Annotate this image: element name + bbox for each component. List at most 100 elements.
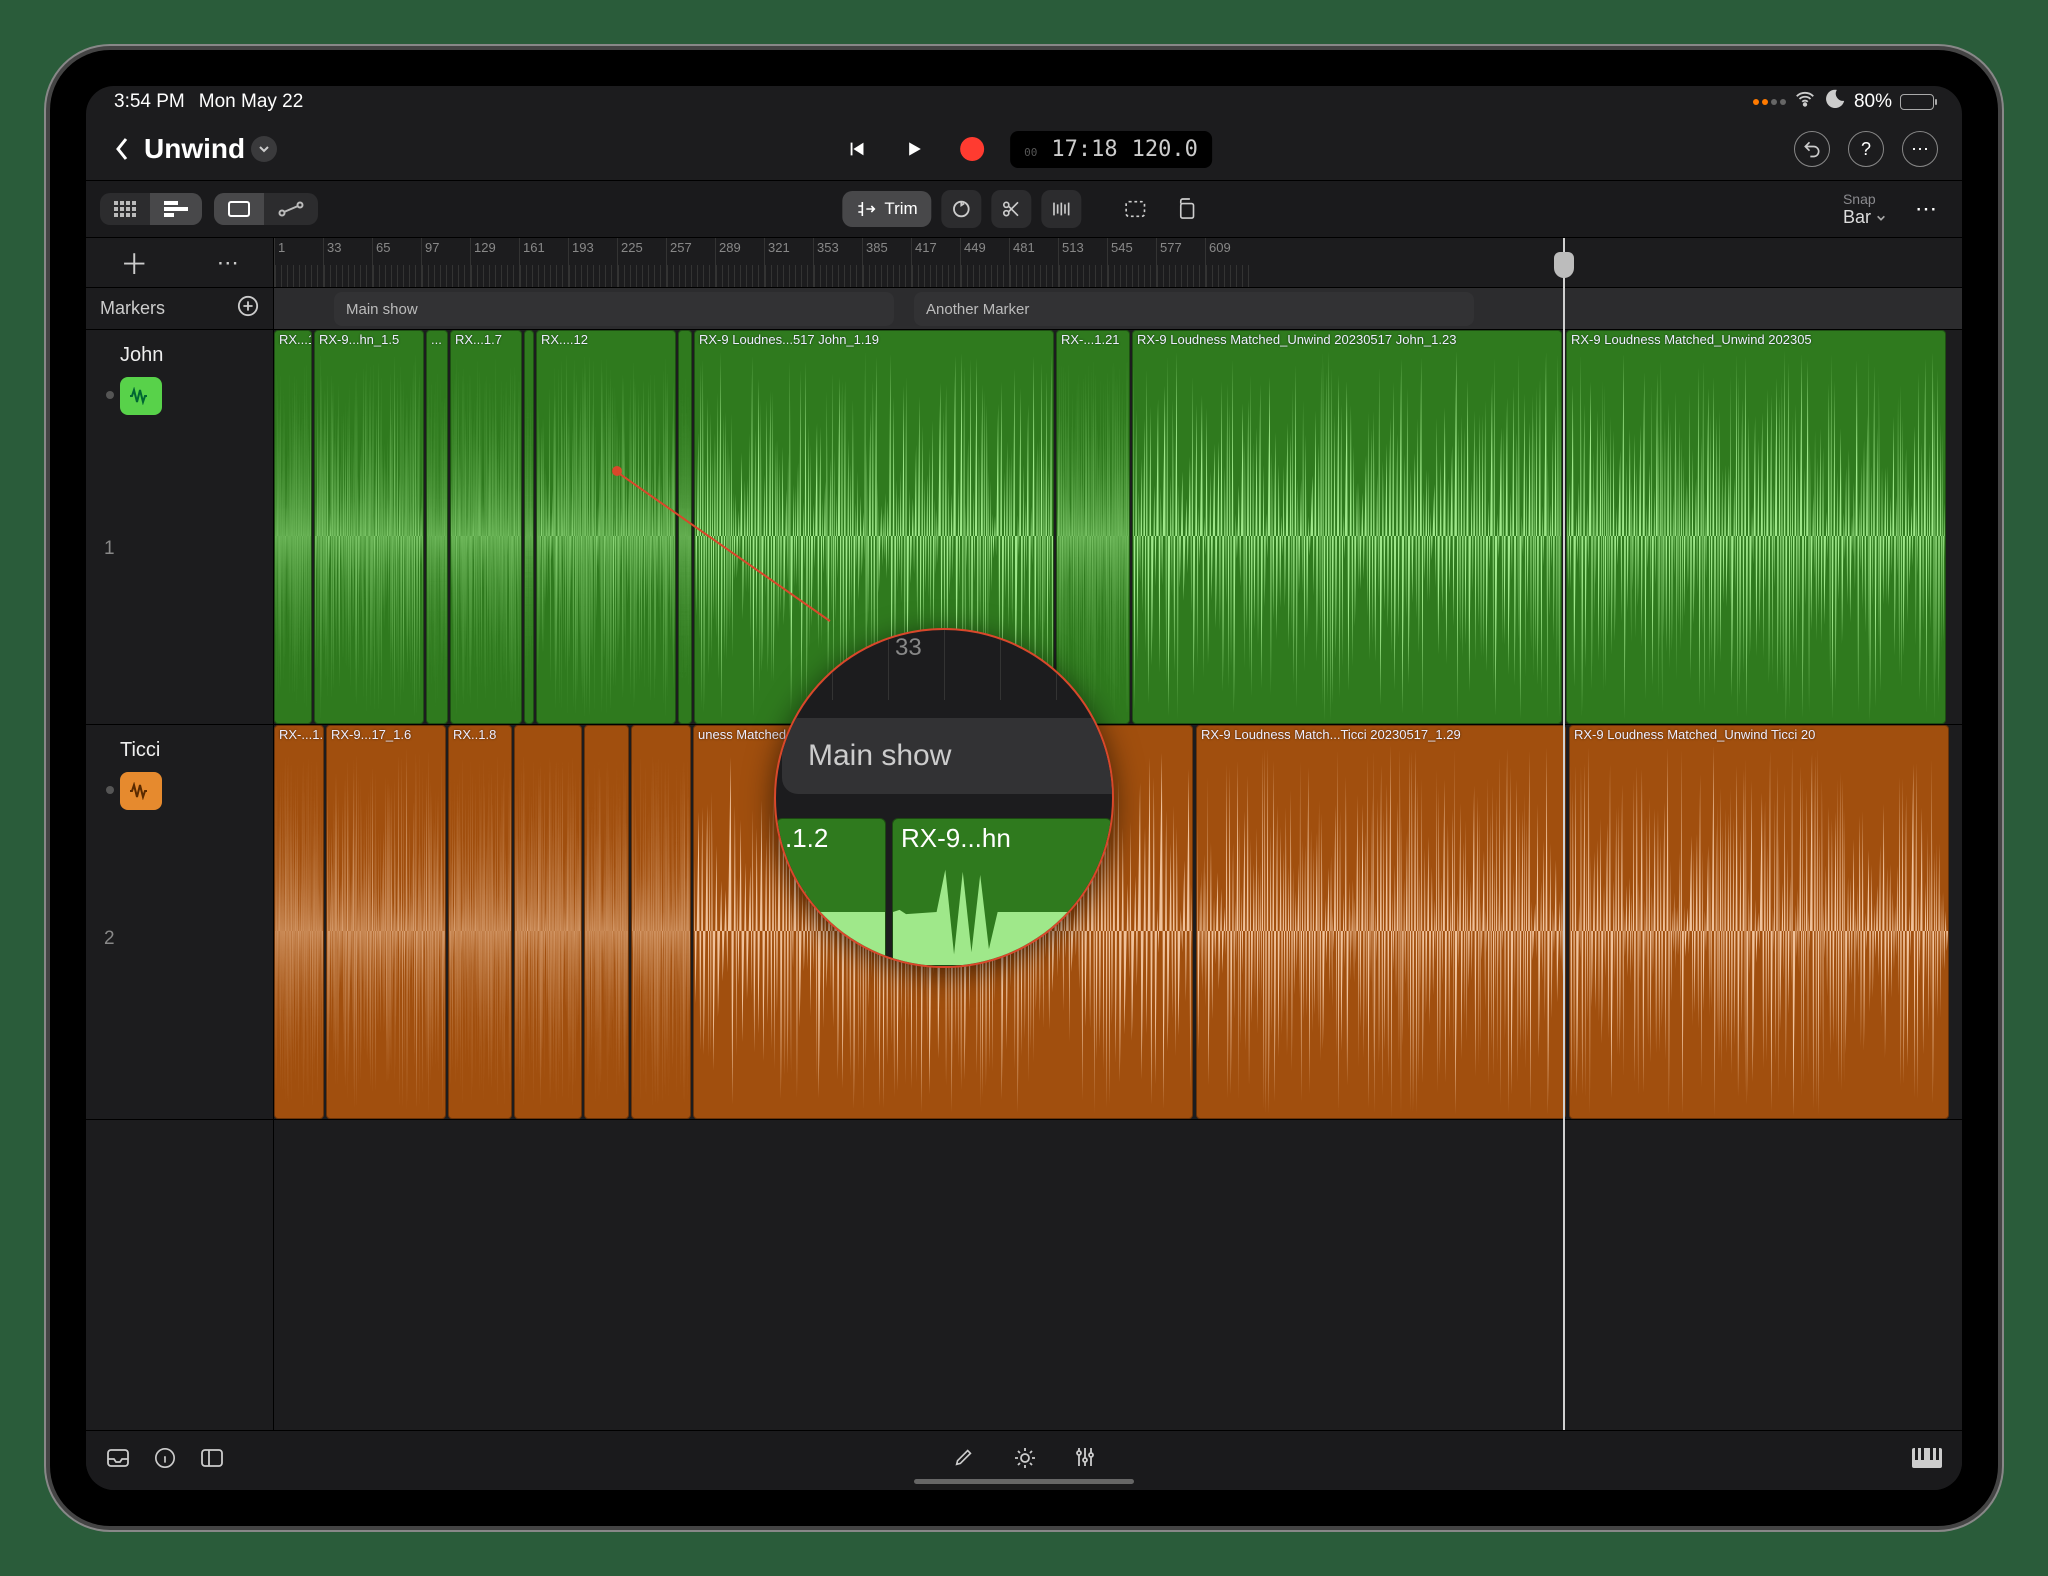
audio-region[interactable] <box>678 330 692 724</box>
ruler-tick[interactable]: 161 <box>519 238 568 287</box>
pencil-tool-icon[interactable] <box>953 1446 975 1476</box>
status-bar: 3:54 PM Mon May 22 80% <box>86 86 1962 118</box>
trim-tool-button[interactable]: Trim <box>842 191 931 227</box>
ruler-tick[interactable]: 545 <box>1107 238 1156 287</box>
audio-region[interactable]: RX...1.7 <box>450 330 522 724</box>
audio-region[interactable]: RX-9...hn_1.5 <box>314 330 424 724</box>
ruler-tick[interactable]: 321 <box>764 238 813 287</box>
audio-region[interactable] <box>631 725 691 1119</box>
marker-lane[interactable]: Main show Another Marker <box>274 288 1962 330</box>
waveform <box>1197 744 1565 1118</box>
ruler-tick[interactable]: 33 <box>323 238 372 287</box>
project-menu-chevron[interactable] <box>251 136 277 162</box>
track-lane-1[interactable]: RX...1.2 RX-9...hn_1.5...RX...1.7 RX....12… <box>274 330 1962 725</box>
play-button[interactable] <box>894 129 934 169</box>
audio-region[interactable] <box>524 330 534 724</box>
ruler-tick[interactable]: 257 <box>666 238 715 287</box>
track-options-button[interactable]: ⋯ <box>217 250 239 276</box>
audio-region[interactable] <box>514 725 582 1119</box>
status-date: Mon May 22 <box>199 91 304 113</box>
snap-selector[interactable]: Snap Bar <box>1843 191 1892 228</box>
ruler-tick[interactable]: 481 <box>1009 238 1058 287</box>
ruler-tick[interactable]: 513 <box>1058 238 1107 287</box>
audio-region[interactable]: RX-9...17_1.6 <box>326 725 446 1119</box>
panel-toggle-icon[interactable] <box>200 1448 224 1474</box>
lens-marker-chip: Main show <box>782 718 1114 794</box>
audio-region[interactable]: RX-9 Loudness Match...Ticci 20230517_1.2… <box>1196 725 1566 1119</box>
automation-view-icon[interactable] <box>264 193 318 225</box>
track-header-ticci[interactable]: Ticci <box>86 725 273 1120</box>
more-menu-button[interactable]: ⋯ <box>1902 131 1938 167</box>
stretch-tool-icon[interactable] <box>1042 190 1082 228</box>
audio-region[interactable]: RX-9 Loudness Matched_Unwind 202305 <box>1566 330 1946 724</box>
ruler-tick[interactable]: 353 <box>813 238 862 287</box>
track-header-john[interactable]: John <box>86 330 273 725</box>
ruler-tick[interactable]: 385 <box>862 238 911 287</box>
loop-tool-icon[interactable] <box>942 190 982 228</box>
audio-region[interactable]: RX-9 Loudness Matched_Unwind 20230517 Jo… <box>1132 330 1562 724</box>
lcd-position: 17:18 <box>1051 137 1117 162</box>
playhead[interactable] <box>1563 238 1565 1430</box>
region-label: RX-9 Loudness Matched_Unwind 20230517 Jo… <box>1137 332 1456 347</box>
marquee-tool-icon[interactable] <box>1116 190 1156 228</box>
info-icon[interactable] <box>154 1447 176 1475</box>
ruler-tick[interactable]: 449 <box>960 238 1009 287</box>
back-button[interactable] <box>100 127 144 171</box>
ruler-tick[interactable]: 97 <box>421 238 470 287</box>
record-button[interactable] <box>952 129 992 169</box>
undo-button[interactable] <box>1794 131 1830 167</box>
ruler-tick[interactable]: 193 <box>568 238 617 287</box>
display-mode-switch[interactable] <box>214 193 318 225</box>
help-button[interactable]: ? <box>1848 131 1884 167</box>
inbox-icon[interactable] <box>106 1448 130 1474</box>
region-label: RX-9...hn_1.5 <box>319 332 399 347</box>
audio-region[interactable]: RX-...1.2 <box>274 725 324 1119</box>
audio-region[interactable]: RX-9 Loudness Matched_Unwind Ticci 20 <box>1569 725 1949 1119</box>
view-mode-switch[interactable] <box>100 193 202 225</box>
ruler-tick[interactable]: 1 <box>274 238 323 287</box>
audio-region[interactable]: RX..1.8 <box>448 725 512 1119</box>
ruler-tick[interactable]: 417 <box>911 238 960 287</box>
markers-label: Markers <box>100 298 165 319</box>
rewind-button[interactable] <box>836 129 876 169</box>
track-lane-2[interactable]: RX-...1.2RX-9...17_1.6RX..1.8uness Match… <box>274 725 1962 1120</box>
ruler-tick[interactable]: 577 <box>1156 238 1205 287</box>
track-name: Ticci <box>120 739 160 762</box>
ruler-tick[interactable]: 65 <box>372 238 421 287</box>
grid-view-icon[interactable] <box>100 193 150 225</box>
lens-region: RX-9...hn <box>892 818 1112 966</box>
marker-chip[interactable]: Another Marker <box>914 292 1474 326</box>
region-label: RX-9 Loudnes...517 John_1.19 <box>699 332 879 347</box>
add-marker-button[interactable] <box>237 295 259 322</box>
copy-tool-icon[interactable] <box>1166 190 1206 228</box>
track-icon-audio[interactable] <box>120 772 162 810</box>
audio-region[interactable] <box>584 725 629 1119</box>
track-icon-audio[interactable] <box>120 377 162 415</box>
snap-value: Bar <box>1843 207 1886 228</box>
brightness-icon[interactable] <box>1013 1446 1037 1476</box>
trim-label: Trim <box>884 199 917 219</box>
mixer-icon[interactable] <box>1075 1446 1095 1476</box>
region-view-icon[interactable] <box>214 193 264 225</box>
home-indicator[interactable] <box>914 1479 1134 1484</box>
timeline-area[interactable]: 1336597129161193225257289321353385417449… <box>274 238 1962 1430</box>
ruler-tick[interactable]: 225 <box>617 238 666 287</box>
audio-region[interactable]: RX....12 <box>536 330 676 724</box>
toolbar-more-button[interactable]: ⋯ <box>1904 196 1948 222</box>
ruler-tick[interactable]: 609 <box>1205 238 1254 287</box>
split-tool-icon[interactable] <box>992 190 1032 228</box>
keyboard-icon[interactable] <box>1912 1448 1942 1474</box>
region-label: RX....12 <box>541 332 588 347</box>
track-index-1: 1 <box>104 538 115 560</box>
ruler-tick[interactable]: 129 <box>470 238 519 287</box>
transport-controls: 00 17:18 120.0 <box>836 129 1212 169</box>
timeline-ruler[interactable]: 1336597129161193225257289321353385417449… <box>274 238 1962 288</box>
audio-region[interactable]: RX...1.2 <box>274 330 312 724</box>
lcd-display[interactable]: 00 17:18 120.0 <box>1010 131 1212 168</box>
tracks-view-icon[interactable] <box>150 193 202 225</box>
ruler-tick[interactable]: 289 <box>715 238 764 287</box>
audio-region[interactable]: ... <box>426 330 448 724</box>
waveform <box>585 744 628 1118</box>
marker-chip[interactable]: Main show <box>334 292 894 326</box>
add-track-button[interactable]: ＋ <box>120 243 148 283</box>
